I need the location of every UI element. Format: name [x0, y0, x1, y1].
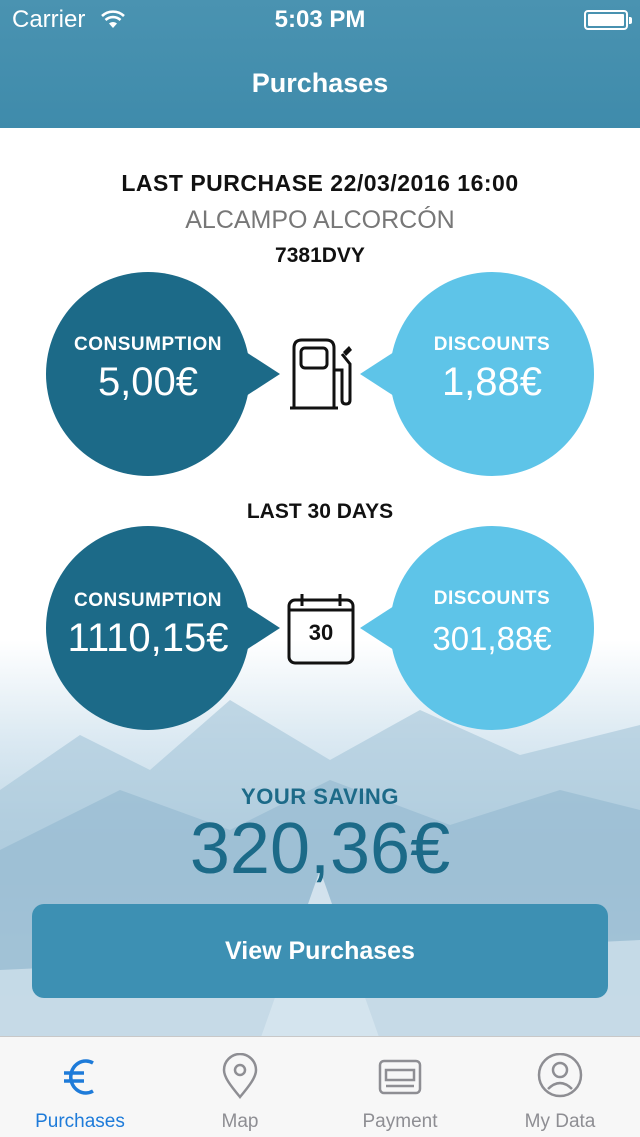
discounts-label: DISCOUNTS: [433, 588, 551, 609]
fuel-pump-icon: [286, 334, 356, 414]
discounts-label: DISCOUNTS: [433, 334, 551, 355]
discounts-pointer: [360, 352, 394, 396]
tab-label: My Data: [524, 1111, 596, 1132]
discounts-pointer: [360, 606, 394, 650]
status-time: 5:03 PM: [274, 6, 366, 33]
card-icon: [378, 1053, 422, 1101]
calendar-icon: 30: [286, 592, 356, 666]
header: Carrier 5:03 PM Purchases: [0, 0, 640, 128]
saving-value: 320,36€: [189, 809, 451, 889]
tab-label: Purchases: [35, 1111, 125, 1132]
tab-label: Map: [221, 1111, 259, 1132]
tab-my-data[interactable]: My Data: [480, 1037, 640, 1137]
last-30-days-consumption-circle: CONSUMPTION 1110,15€: [46, 526, 250, 730]
last-purchase-heading: LAST PURCHASE 22/03/2016 16:00: [121, 170, 519, 196]
discounts-value: 1,88€: [441, 360, 543, 404]
discounts-value: 301,88€: [432, 620, 552, 657]
page-title: Purchases: [251, 68, 389, 98]
tab-label: Payment: [362, 1111, 438, 1132]
map-pin-icon: [220, 1052, 260, 1101]
consumption-label: CONSUMPTION: [74, 334, 222, 355]
view-purchases-button[interactable]: View Purchases: [32, 904, 608, 998]
consumption-value: 5,00€: [97, 360, 199, 404]
station-name: ALCAMPO ALCORCÓN: [185, 206, 455, 234]
tab-payment[interactable]: Payment: [320, 1037, 480, 1137]
consumption-label: CONSUMPTION: [74, 590, 222, 611]
saving-label: YOUR SAVING: [241, 784, 399, 809]
consumption-pointer: [246, 352, 280, 396]
last-30-days-discounts-circle: DISCOUNTS 301,88€: [390, 526, 594, 730]
tab-bar: Purchases Map Payment My Data: [0, 1036, 640, 1137]
license-plate: 7381DVY: [275, 244, 365, 267]
tab-map[interactable]: Map: [160, 1037, 320, 1137]
euro-icon: [60, 1053, 100, 1101]
calendar-number: 30: [308, 620, 334, 645]
main-content: LAST PURCHASE 22/03/2016 16:00 ALCAMPO A…: [0, 128, 640, 1036]
user-icon: [536, 1052, 584, 1101]
tab-purchases[interactable]: Purchases: [0, 1037, 160, 1137]
battery-icon: [584, 10, 632, 30]
status-bar: Carrier 5:03 PM: [0, 0, 640, 40]
last-purchase-discounts-circle: DISCOUNTS 1,88€: [390, 272, 594, 476]
consumption-value: 1110,15€: [67, 616, 229, 660]
last-30-days-heading: LAST 30 DAYS: [246, 500, 394, 523]
last-purchase-consumption-circle: CONSUMPTION 5,00€: [46, 272, 250, 476]
consumption-pointer: [246, 606, 280, 650]
